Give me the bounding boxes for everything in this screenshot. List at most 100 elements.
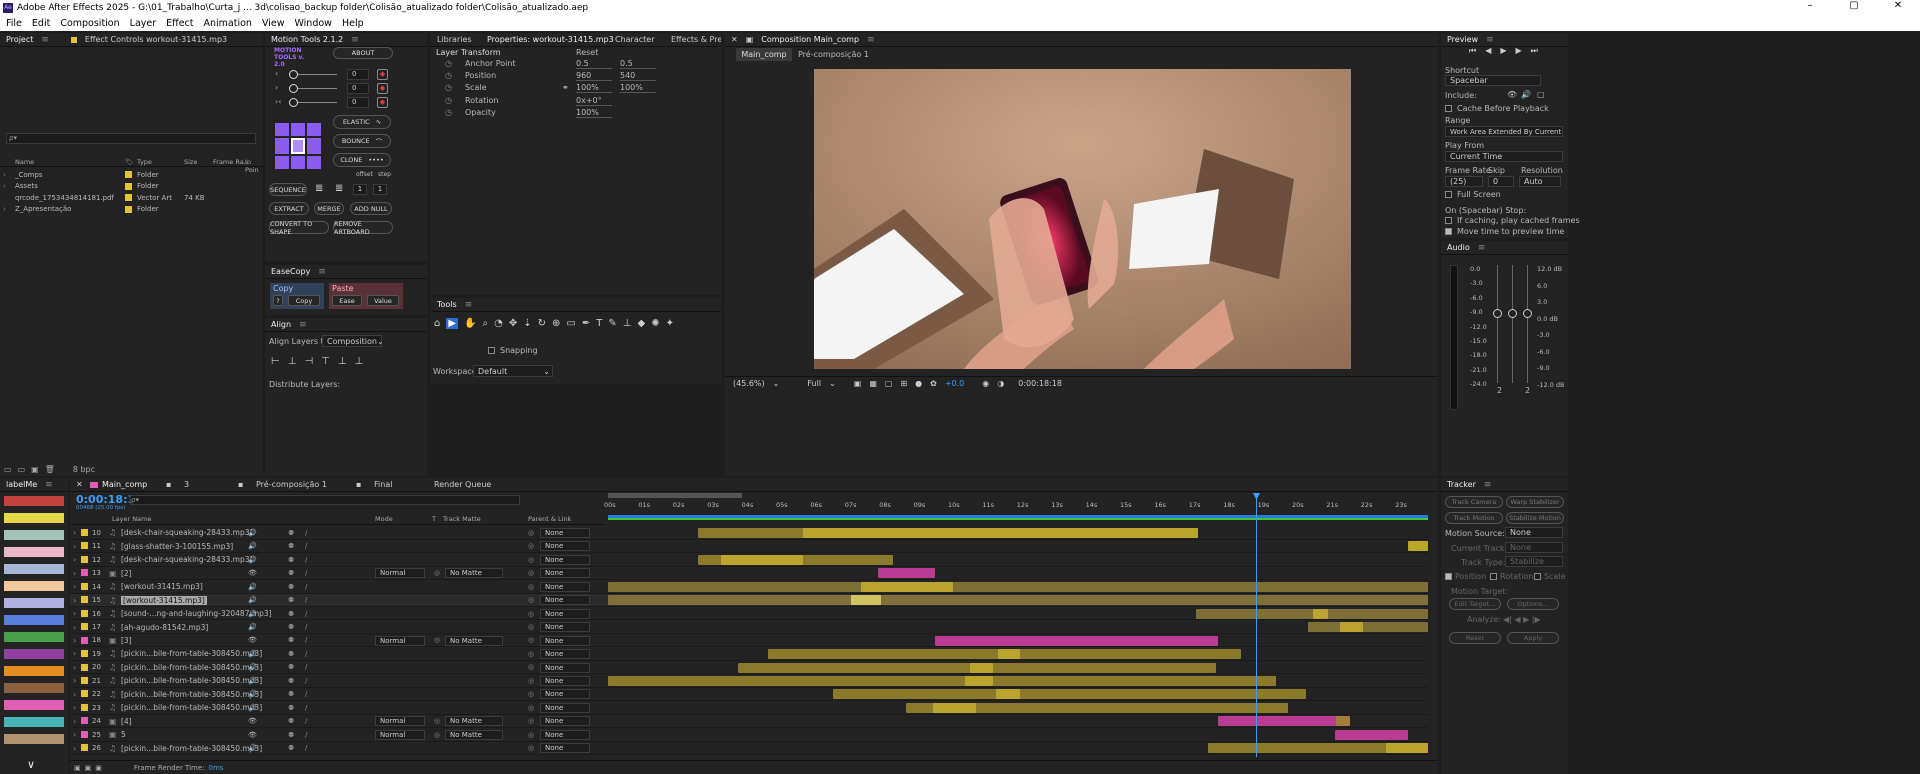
expand-arrow-icon[interactable]: › bbox=[73, 555, 76, 564]
layer-label-color-icon[interactable] bbox=[81, 529, 88, 536]
quality-pencil-icon[interactable]: / bbox=[305, 744, 307, 752]
layer-duration-bar[interactable] bbox=[1336, 716, 1350, 727]
paste-ease-button[interactable]: Ease bbox=[332, 295, 362, 306]
parent-dropdown[interactable]: None bbox=[540, 541, 590, 552]
layer-mode-dropdown[interactable]: Normal bbox=[375, 716, 425, 727]
transparency-grid-icon[interactable]: ▦ bbox=[869, 379, 877, 388]
layer-duration-bar[interactable] bbox=[861, 581, 953, 592]
table-row[interactable]: › 11 ♫ [glass-shatter-3-100155.mp3] 🔊 ⚉ / ◎ None bbox=[70, 540, 1428, 554]
new-comp-icon[interactable]: ▣ bbox=[31, 465, 39, 474]
quality-pencil-icon[interactable]: / bbox=[305, 596, 307, 604]
copy-button[interactable]: Copy bbox=[288, 295, 320, 306]
play-icon[interactable]: ▶ bbox=[1500, 46, 1506, 56]
tab-tools[interactable]: Tools bbox=[437, 300, 457, 309]
tab-3[interactable]: 3 bbox=[184, 480, 238, 489]
shy-icon[interactable]: ⚉ bbox=[288, 717, 294, 725]
expand-arrow-icon[interactable]: › bbox=[73, 730, 76, 739]
stopwatch-icon[interactable]: ◷ bbox=[445, 71, 452, 80]
layer-duration-bar[interactable] bbox=[1335, 729, 1408, 740]
current-time-display[interactable]: 0:00:18:18 bbox=[1018, 379, 1062, 388]
menu-help[interactable]: Help bbox=[342, 18, 364, 29]
tab-precomp-1[interactable]: Pré-composição 1 bbox=[256, 480, 356, 489]
layer-duration-bar[interactable] bbox=[933, 702, 976, 713]
shy-icon[interactable]: ⚉ bbox=[288, 650, 294, 658]
table-row[interactable]: › 12 ♫ [desk-chair-squeaking-28433.mp3] 🔊 ⚉ / ◎… bbox=[70, 553, 1428, 567]
minimize-button[interactable]: – bbox=[1788, 0, 1832, 11]
expand-arrow-icon[interactable]: › bbox=[73, 649, 76, 658]
next-frame-icon[interactable]: ▶ bbox=[1516, 46, 1522, 56]
if-caching-checkbox[interactable] bbox=[1445, 217, 1452, 224]
track-matte-dropdown[interactable]: No Matte bbox=[445, 568, 503, 579]
sequence-reverse-icon[interactable]: ≣ bbox=[335, 183, 343, 194]
pick-whip-icon[interactable]: ◎ bbox=[528, 744, 534, 752]
pick-whip-icon[interactable]: ◎ bbox=[528, 596, 534, 604]
project-item[interactable]: › _Comps Folder bbox=[0, 169, 263, 180]
layer-name[interactable]: [2] bbox=[121, 569, 132, 578]
quality-pencil-icon[interactable]: / bbox=[305, 569, 307, 577]
layer-name[interactable]: [glass-shatter-3-100155.mp3] bbox=[121, 542, 233, 551]
pick-whip-icon[interactable]: ◎ bbox=[528, 663, 534, 671]
parent-dropdown[interactable]: None bbox=[540, 608, 590, 619]
expand-arrow-icon[interactable]: › bbox=[73, 542, 76, 551]
layer-label-color-icon[interactable] bbox=[81, 744, 88, 752]
align-left-icon[interactable]: ⊢ bbox=[271, 356, 280, 367]
layer-label-color-icon[interactable] bbox=[81, 717, 88, 725]
parent-dropdown[interactable]: None bbox=[540, 689, 590, 700]
track-camera-button[interactable]: Track Camera bbox=[1445, 496, 1503, 508]
edit-target-button[interactable]: Edit Target... bbox=[1449, 598, 1501, 610]
layer-label-color-icon[interactable] bbox=[81, 542, 88, 550]
merge-button[interactable]: MERGE bbox=[314, 202, 344, 215]
layer-mode-dropdown[interactable]: Normal bbox=[375, 568, 425, 579]
col-t[interactable]: T bbox=[432, 515, 436, 523]
property-value-2[interactable]: 0.5 bbox=[620, 59, 656, 69]
tab-easecopy[interactable]: EaseCopy bbox=[271, 267, 310, 276]
workspace-dropdown[interactable]: Default ⌄ bbox=[473, 365, 553, 377]
elastic-button[interactable]: ELASTIC ∿ bbox=[333, 115, 391, 129]
shy-icon[interactable]: ⚉ bbox=[288, 744, 294, 752]
audio-speaker-icon[interactable]: 🔊 bbox=[248, 704, 257, 712]
breadcrumb-main-comp[interactable]: Main_comp bbox=[736, 48, 792, 61]
pick-whip-icon[interactable]: ◎ bbox=[528, 610, 534, 618]
align-hcenter-icon[interactable]: ⊥ bbox=[288, 356, 297, 367]
puppet-tool-icon[interactable]: ✦ bbox=[666, 318, 674, 329]
stopwatch-icon[interactable]: ◷ bbox=[445, 83, 452, 92]
menu-view[interactable]: View bbox=[262, 18, 285, 29]
parent-dropdown[interactable]: None bbox=[540, 702, 590, 713]
toggle-modes-icon[interactable]: ▣ bbox=[95, 764, 102, 772]
quality-pencil-icon[interactable]: / bbox=[305, 623, 307, 631]
pick-whip-icon[interactable]: ◎ bbox=[528, 556, 534, 564]
expand-arrow-icon[interactable]: › bbox=[73, 569, 76, 578]
cache-checkbox[interactable] bbox=[1445, 105, 1452, 112]
shy-icon[interactable]: ⚉ bbox=[288, 569, 294, 577]
paste-value-button[interactable]: Value bbox=[367, 295, 399, 306]
video-eye-icon[interactable]: 👁 bbox=[248, 636, 257, 644]
layer-duration-bar[interactable] bbox=[608, 675, 1276, 686]
tab-audio[interactable]: Audio bbox=[1447, 243, 1470, 252]
label-swatch[interactable] bbox=[4, 547, 64, 557]
breadcrumb-precomp[interactable]: Pré-composição 1 bbox=[798, 50, 869, 59]
quality-pencil-icon[interactable]: / bbox=[305, 690, 307, 698]
panel-menu-icon[interactable]: ≡ bbox=[1484, 480, 1492, 490]
label-swatch[interactable] bbox=[4, 598, 64, 608]
convert-to-shape-button[interactable]: CONVERT TO SHAPE bbox=[269, 220, 329, 236]
prev-frame-icon[interactable]: ◀ bbox=[1485, 46, 1491, 56]
guides-icon[interactable]: ⊞ bbox=[900, 379, 907, 388]
zoom-tool-icon[interactable]: ⌕ bbox=[483, 318, 489, 329]
table-row[interactable]: › 23 ♫ [pickin...bile-from-table-308450.mp3… bbox=[70, 701, 1428, 715]
tab-final[interactable]: Final bbox=[374, 480, 434, 489]
quality-pencil-icon[interactable]: / bbox=[305, 650, 307, 658]
rotation-checkbox[interactable] bbox=[1490, 573, 1497, 580]
quality-pencil-icon[interactable]: / bbox=[305, 677, 307, 685]
video-eye-icon[interactable]: 👁 bbox=[248, 717, 257, 725]
show-channel-icon[interactable]: ◑ bbox=[997, 379, 1004, 388]
tab-character[interactable]: Character bbox=[609, 35, 665, 44]
layer-label-color-icon[interactable] bbox=[81, 676, 88, 684]
magnification-dropdown[interactable]: (45.6%) bbox=[733, 379, 765, 388]
layer-label-color-icon[interactable] bbox=[81, 636, 88, 644]
layer-label-color-icon[interactable] bbox=[81, 596, 88, 604]
layer-duration-bar[interactable] bbox=[935, 635, 1218, 646]
orbit-tool-icon[interactable]: ◔ bbox=[494, 318, 503, 329]
label-swatch[interactable] bbox=[4, 496, 64, 506]
property-value-2[interactable]: 100% bbox=[620, 83, 656, 94]
layer-duration-bar[interactable] bbox=[1340, 622, 1363, 633]
